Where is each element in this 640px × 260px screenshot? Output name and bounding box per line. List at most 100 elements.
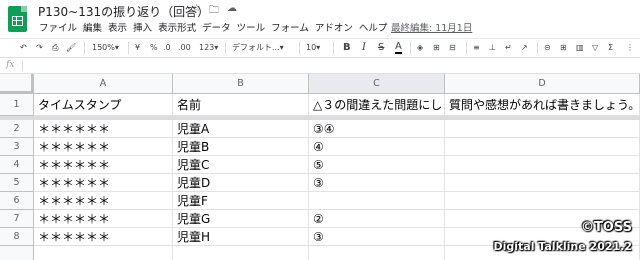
column-header-d[interactable]: D xyxy=(445,74,640,94)
table-cell[interactable]: △３の間違えた問題にし xyxy=(309,94,445,116)
table-cell[interactable]: 児童B xyxy=(173,138,309,156)
formula-bar: fx xyxy=(0,57,640,74)
row-header[interactable]: 6 xyxy=(0,192,34,210)
spreadsheet-grid: A B C D 1 タイムスタンプ 名前 △３の間違えた問題にし 質問や感想があ… xyxy=(0,74,640,260)
text-color-icon[interactable]: A xyxy=(395,42,402,54)
functions-icon[interactable]: Σ xyxy=(608,42,613,54)
menu-data[interactable]: データ xyxy=(199,20,234,34)
row-header[interactable]: 1 xyxy=(0,94,34,116)
row-header[interactable]: 8 xyxy=(0,228,34,246)
row-header[interactable] xyxy=(0,246,34,260)
column-header-a[interactable]: A xyxy=(34,74,173,94)
toolbar: ↶ ↷ ⎙ 🖌 150%▾ ¥ % .0 .00 123▾ デフォルト...▾ … xyxy=(0,38,640,57)
table-cell[interactable]: タイムスタンプ xyxy=(34,94,173,116)
font-select[interactable]: デフォルト...▾ xyxy=(232,42,284,54)
row-header[interactable]: 2 xyxy=(0,120,34,138)
table-cell[interactable] xyxy=(445,156,640,174)
table-cell[interactable] xyxy=(445,192,640,210)
table-cell[interactable]: 名前 xyxy=(173,94,309,116)
currency-icon[interactable]: ¥ xyxy=(135,42,140,54)
table-cell[interactable]: 児童H xyxy=(173,228,309,246)
table-cell[interactable] xyxy=(309,246,445,260)
filter-icon[interactable]: ▽ xyxy=(592,42,598,54)
table-cell[interactable]: ＊＊＊＊＊＊ xyxy=(34,192,173,210)
table-cell[interactable] xyxy=(309,192,445,210)
row-header[interactable]: 4 xyxy=(0,156,34,174)
table-cell[interactable]: ＊＊＊＊＊＊ xyxy=(34,210,173,228)
table-cell[interactable]: 児童F xyxy=(173,192,309,210)
zoom-select[interactable]: 150%▾ xyxy=(92,42,119,54)
table-cell[interactable] xyxy=(34,246,173,260)
table-cell[interactable]: ＊＊＊＊＊＊ xyxy=(34,228,173,246)
menu-form[interactable]: フォーム xyxy=(268,20,312,34)
table-cell[interactable] xyxy=(173,246,309,260)
text-wrap-icon[interactable]: ↵ xyxy=(505,42,512,54)
document-title[interactable]: P130~131の振り返り（回答） xyxy=(38,3,209,20)
table-cell[interactable]: ＊＊＊＊＊＊ xyxy=(34,156,173,174)
row-header[interactable]: 5 xyxy=(0,174,34,192)
menu-addons[interactable]: アドオン xyxy=(312,20,356,34)
table-cell[interactable]: 質問や感想があれば書きましょう。 xyxy=(445,94,640,116)
menu-insert[interactable]: 挿入 xyxy=(130,20,155,34)
row-header[interactable]: 7 xyxy=(0,210,34,228)
menu-tools[interactable]: ツール xyxy=(234,20,269,34)
menu-help[interactable]: ヘルプ xyxy=(356,20,391,34)
table-cell[interactable]: ⑤ xyxy=(309,156,445,174)
column-header-b[interactable]: B xyxy=(173,74,309,94)
more-formats-button[interactable]: 123▾ xyxy=(199,42,218,54)
toolbar-divider xyxy=(466,42,467,54)
paint-format-icon[interactable]: 🖌 xyxy=(66,42,76,54)
menu-edit[interactable]: 編集 xyxy=(80,20,105,34)
menu-view[interactable]: 表示 xyxy=(105,20,130,34)
menu-file[interactable]: ファイル xyxy=(36,20,80,34)
table-cell[interactable]: ② xyxy=(309,210,445,228)
bold-icon[interactable]: B xyxy=(343,42,351,54)
italic-icon[interactable]: I xyxy=(362,42,366,54)
vertical-align-icon[interactable]: ⊥ xyxy=(489,42,496,54)
decrease-decimal-icon[interactable]: .0 xyxy=(163,42,171,54)
merge-cells-icon[interactable]: ⊟ xyxy=(449,42,456,54)
table-cell[interactable] xyxy=(445,138,640,156)
star-icon[interactable]: ☆ xyxy=(192,3,201,20)
table-cell[interactable]: 児童D xyxy=(173,174,309,192)
table-cell[interactable]: 児童A xyxy=(173,120,309,138)
table-cell[interactable]: ③ xyxy=(309,174,445,192)
table-cell[interactable]: ③④ xyxy=(309,120,445,138)
insert-chart-icon[interactable]: ▥ xyxy=(576,42,584,54)
sheets-logo-icon[interactable] xyxy=(8,6,27,32)
frozen-row-divider[interactable] xyxy=(0,116,640,120)
table-cell[interactable]: ＊＊＊＊＊＊ xyxy=(34,138,173,156)
text-rotate-icon[interactable]: ↗ xyxy=(521,42,528,54)
table-cell[interactable]: ＊＊＊＊＊＊ xyxy=(34,174,173,192)
table-cell[interactable] xyxy=(445,120,640,138)
toolbar-divider xyxy=(84,42,85,54)
insert-comment-icon[interactable]: ⊞ xyxy=(560,42,567,54)
app-header: P130~131の振り返り（回答） ☆ 🗀 ☁ ファイル 編集 表示 挿入 表示… xyxy=(0,0,640,38)
table-cell[interactable]: ＊＊＊＊＊＊ xyxy=(34,120,173,138)
strikethrough-icon[interactable]: S xyxy=(378,42,384,54)
table-cell[interactable]: 児童G xyxy=(173,210,309,228)
print-icon[interactable]: ⎙ xyxy=(52,42,58,54)
select-all-corner[interactable] xyxy=(0,74,34,94)
redo-icon[interactable]: ↷ xyxy=(36,42,43,54)
table-cell[interactable] xyxy=(445,174,640,192)
table-cell[interactable]: 児童C xyxy=(173,156,309,174)
undo-icon[interactable]: ↶ xyxy=(20,42,27,54)
increase-decimal-icon[interactable]: .00 xyxy=(178,42,191,54)
menu-format[interactable]: 表示形式 xyxy=(155,20,199,34)
table-cell[interactable]: ④ xyxy=(309,138,445,156)
row-header[interactable]: 3 xyxy=(0,138,34,156)
insert-link-icon[interactable]: ⊝ xyxy=(544,42,551,54)
cloud-status-icon[interactable]: ☁ xyxy=(227,3,237,20)
column-header-c[interactable]: C xyxy=(309,74,445,94)
font-size-select[interactable]: 10▾ xyxy=(306,42,320,54)
horizontal-align-icon[interactable]: ≡ xyxy=(473,42,480,54)
formula-input[interactable] xyxy=(28,60,628,72)
last-edit-link[interactable]: 最終編集: 11月1日 xyxy=(391,20,472,34)
percent-icon[interactable]: % xyxy=(150,42,158,54)
table-cell[interactable]: ③ xyxy=(309,228,445,246)
fill-color-icon[interactable]: ◈ xyxy=(417,42,423,54)
borders-icon[interactable]: ⊞ xyxy=(433,42,440,54)
move-folder-icon[interactable]: 🗀 xyxy=(209,3,219,20)
more-options-icon[interactable]: ⋮ xyxy=(626,42,634,54)
